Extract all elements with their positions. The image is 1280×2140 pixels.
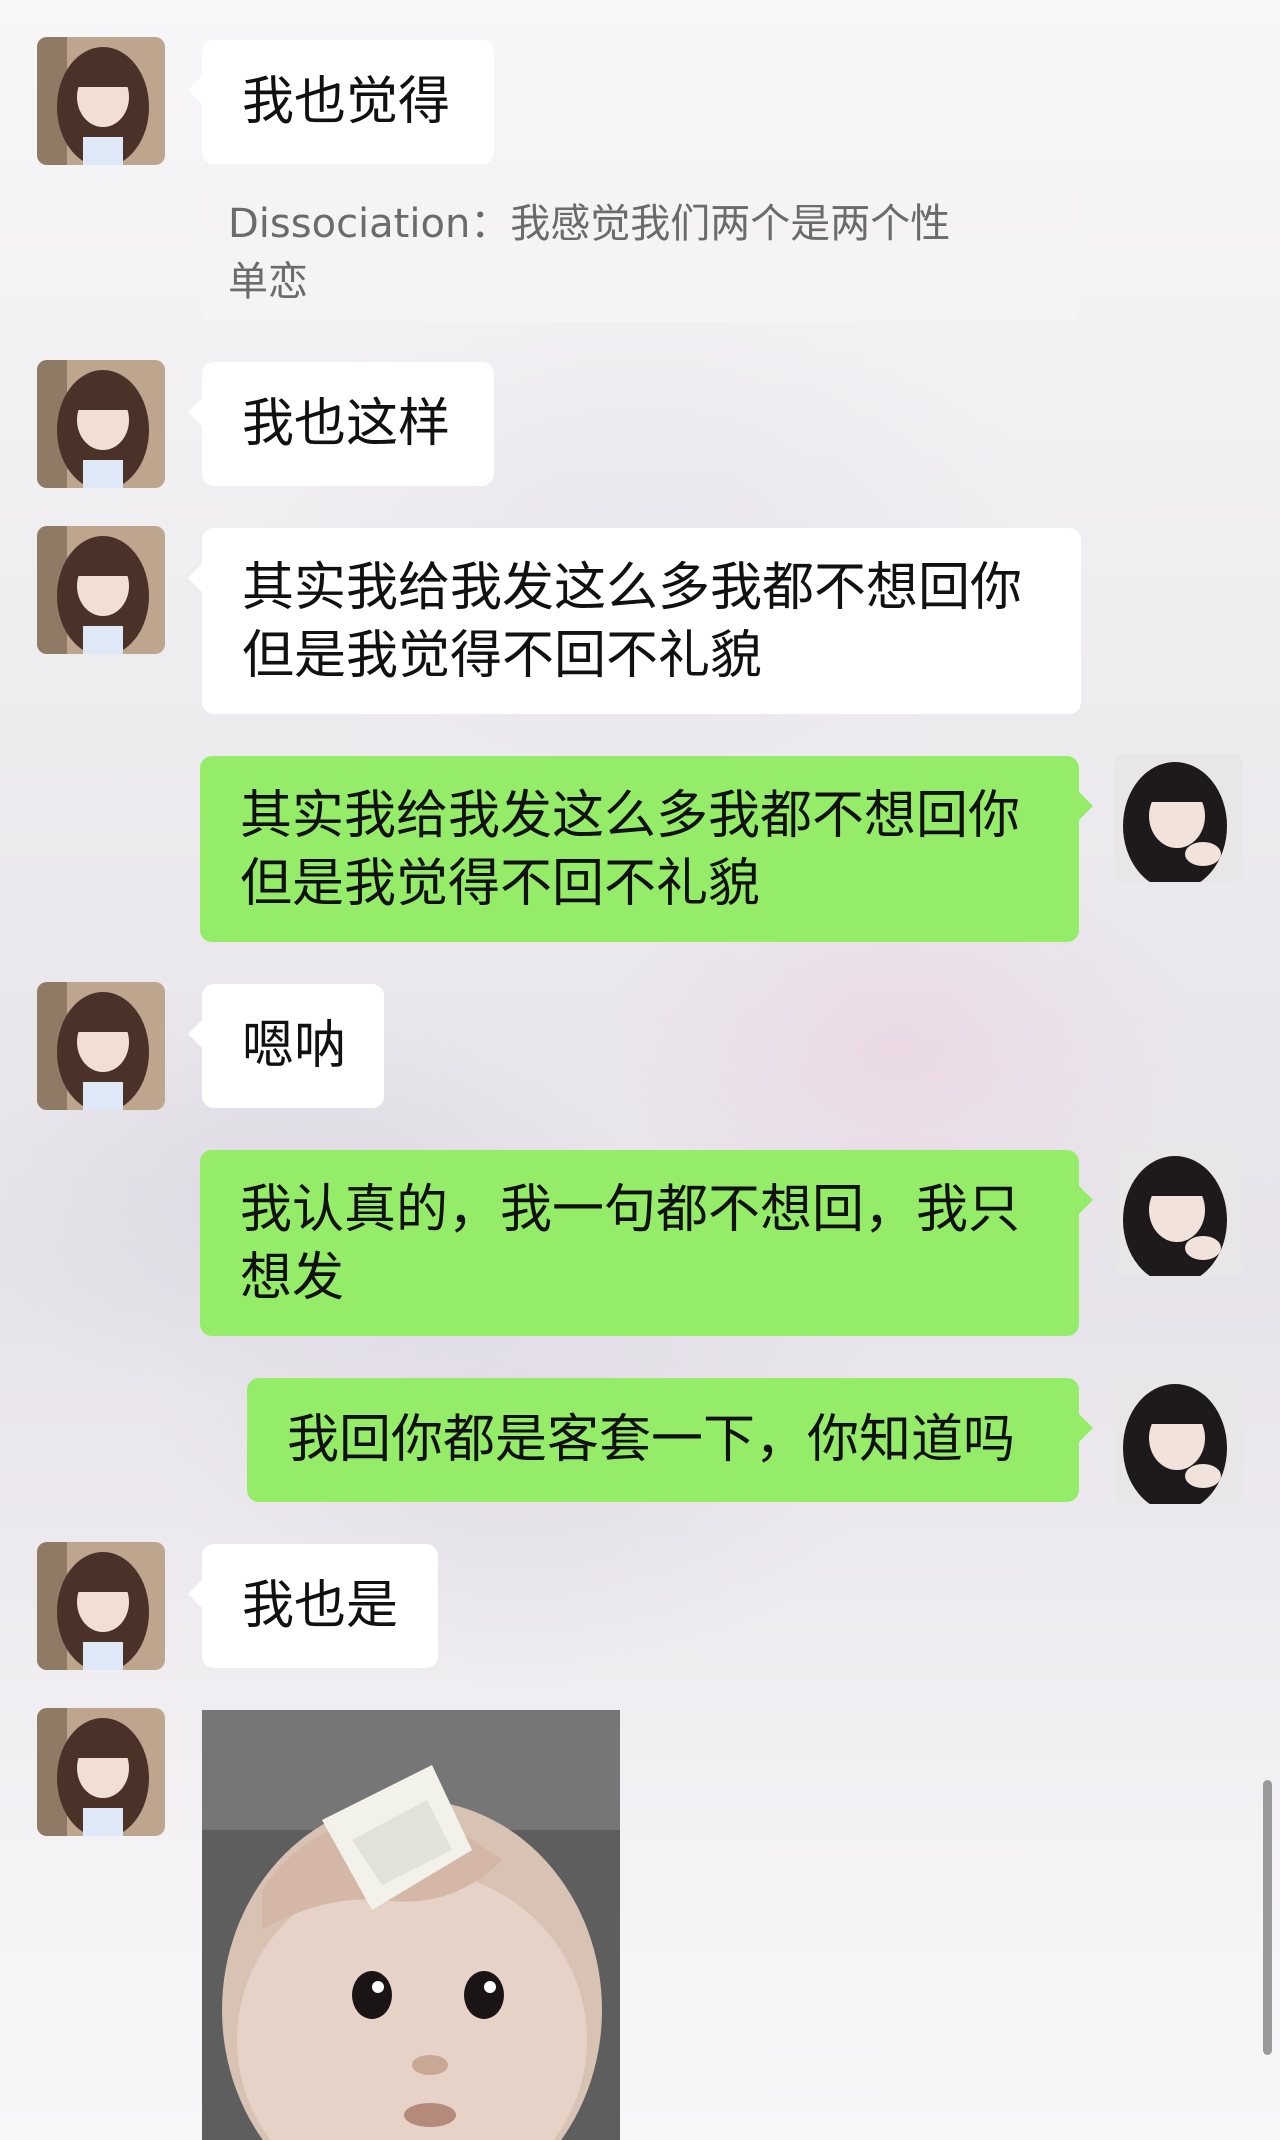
contact-avatar[interactable]: [37, 1542, 165, 1670]
chat-screen: 我也觉得 Dissociation：我感觉我们两个是两个性 单恋 我也这样 其实…: [0, 0, 1280, 2140]
message-bubble-self[interactable]: 我回你都是客套一下，你知道吗: [247, 1378, 1093, 1502]
message-bubble[interactable]: 我也这样: [188, 362, 494, 486]
self-avatar[interactable]: [1115, 1148, 1243, 1276]
quoted-message[interactable]: Dissociation：我感觉我们两个是两个性 单恋: [202, 178, 1078, 322]
message-text-line: 其实我给我发这么多我都不想回你: [242, 558, 1023, 618]
message-text-line: 其实我给我发这么多我都不想回你: [240, 786, 1021, 846]
quoted-text-line: 单恋: [228, 259, 308, 305]
message-text: 我也是: [242, 1576, 399, 1636]
message-text: 我也觉得: [242, 72, 451, 132]
message-bubble[interactable]: 我也是: [188, 1544, 438, 1668]
scrollbar[interactable]: [1263, 1780, 1272, 2055]
message-bubble[interactable]: 其实我给我发这么多我都不想回你 但是我觉得不回不礼貌: [188, 528, 1081, 714]
message-text: 嗯呐: [242, 1016, 347, 1076]
message-bubble[interactable]: 嗯呐: [188, 984, 384, 1108]
message-bubble[interactable]: 我也觉得: [188, 40, 494, 164]
message-text-line: 我认真的，我一句都不想回，我只: [240, 1180, 1021, 1240]
contact-avatar[interactable]: [37, 982, 165, 1110]
message-text-line: 但是我觉得不回不礼貌: [240, 854, 761, 914]
baby-wiping-forehead-sticker[interactable]: [202, 1710, 620, 2140]
message-text-line: 想发: [240, 1248, 345, 1308]
contact-avatar[interactable]: [37, 360, 165, 488]
quoted-text-line: Dissociation：我感觉我们两个是两个性: [228, 201, 951, 247]
contact-avatar[interactable]: [37, 37, 165, 165]
contact-avatar[interactable]: [37, 1708, 165, 1836]
self-avatar[interactable]: [1115, 1376, 1243, 1504]
message-bubble-self[interactable]: 我认真的，我一句都不想回，我只 想发: [200, 1150, 1093, 1336]
self-avatar[interactable]: [1115, 754, 1243, 882]
message-text: 我也这样: [242, 394, 451, 454]
message-text-line: 但是我觉得不回不礼貌: [242, 626, 763, 686]
contact-avatar[interactable]: [37, 526, 165, 654]
message-text: 我回你都是客套一下，你知道吗: [287, 1410, 1016, 1470]
message-bubble-self[interactable]: 其实我给我发这么多我都不想回你 但是我觉得不回不礼貌: [200, 756, 1093, 942]
